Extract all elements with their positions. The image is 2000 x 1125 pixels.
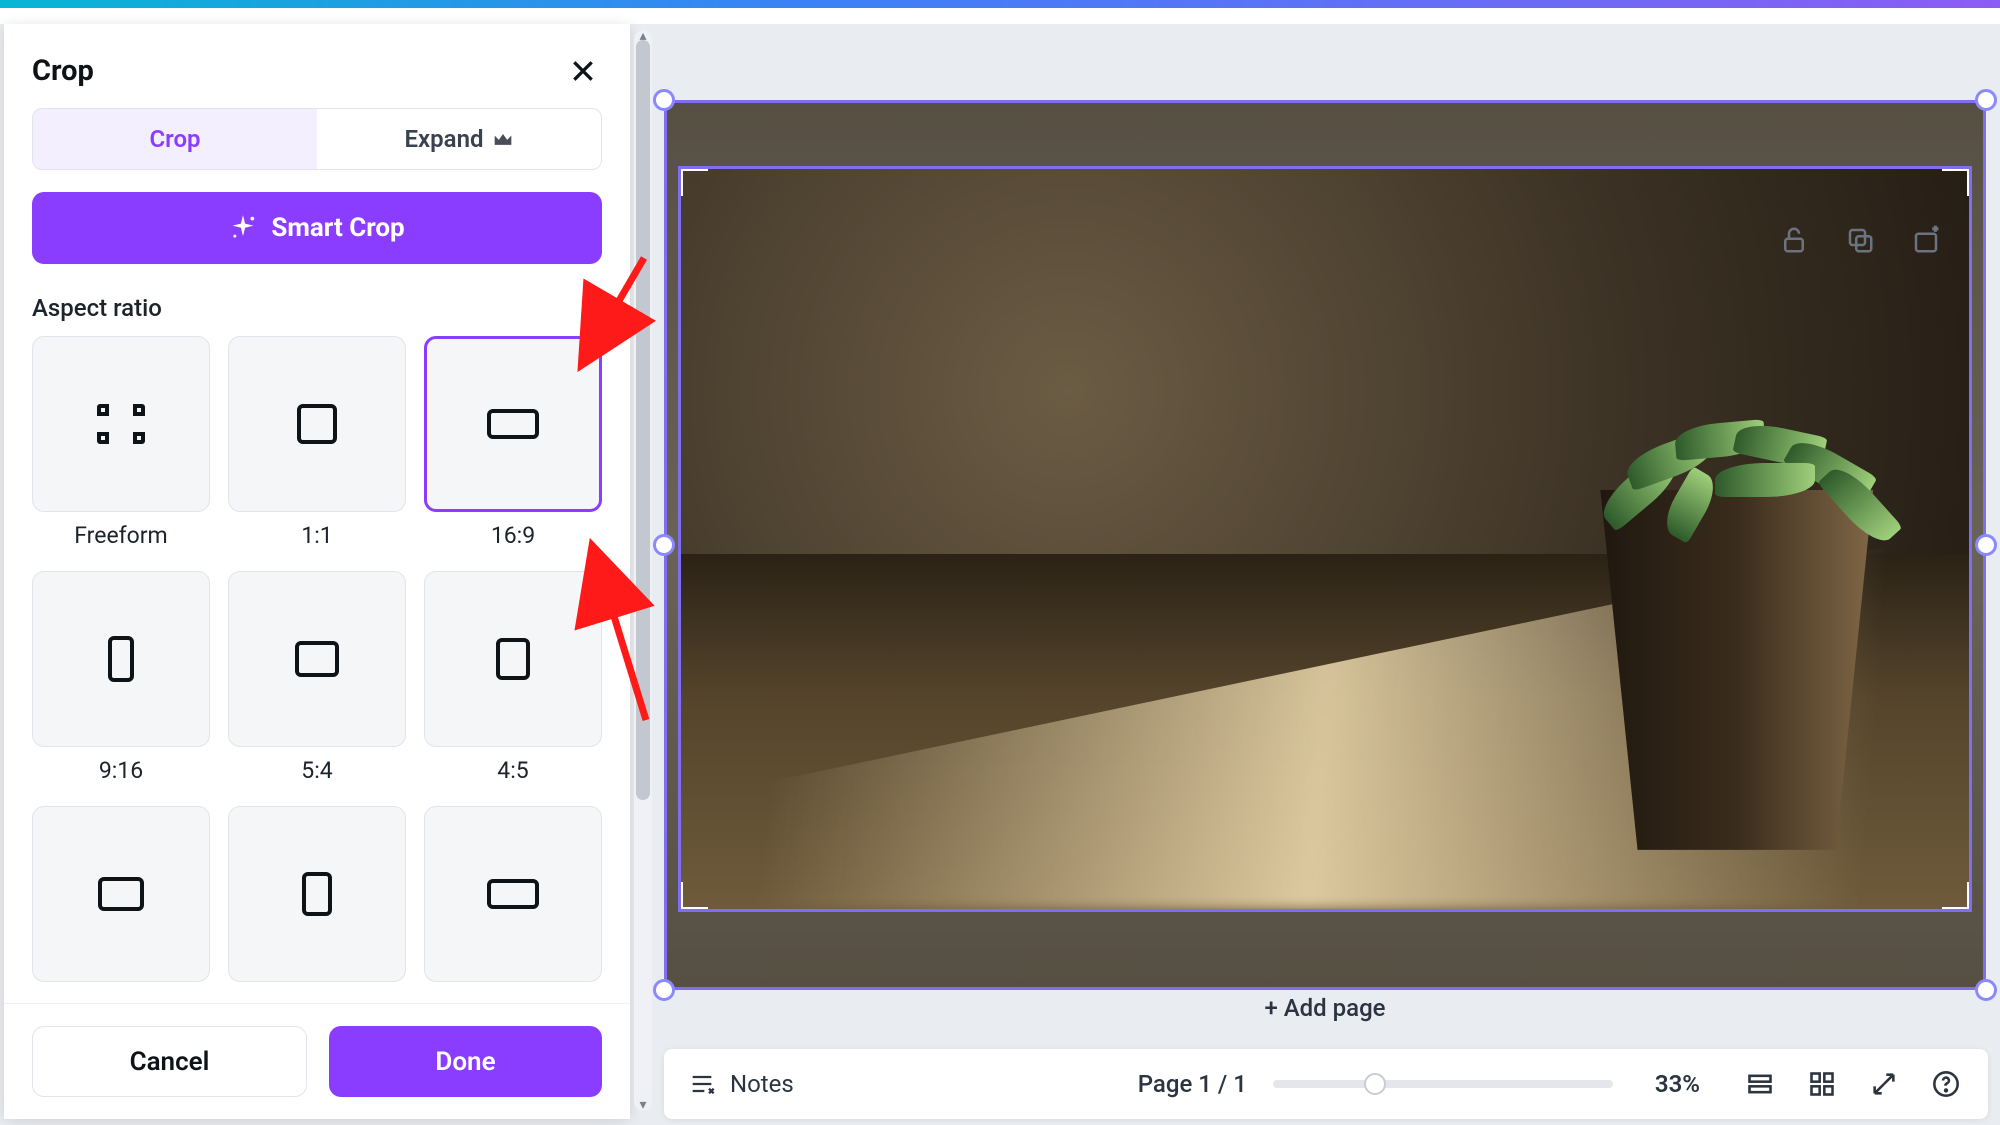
crop-panel: Crop Crop Expand Smart Crop Aspect ratio… — [4, 24, 630, 1119]
ratio-9-16[interactable] — [32, 571, 210, 747]
tab-expand[interactable]: Expand — [317, 109, 601, 169]
rect-icon — [496, 638, 530, 680]
scroll-down-icon: ▾ — [634, 1097, 652, 1113]
add-page-link[interactable]: + Add page — [664, 994, 1986, 1022]
annotation-arrow — [574, 250, 654, 374]
smart-crop-button[interactable]: Smart Crop — [32, 192, 602, 264]
panel-title: Crop — [32, 54, 94, 88]
aspect-ratio-label: Aspect ratio — [32, 294, 602, 322]
rect-icon — [487, 879, 539, 909]
zoom-slider[interactable] — [1273, 1080, 1613, 1088]
selection-handle-tr[interactable] — [1975, 89, 1997, 111]
square-icon — [297, 404, 337, 444]
zoom-percent: 33% — [1655, 1070, 1700, 1098]
duplicate-button[interactable] — [1840, 220, 1880, 260]
wide-rect-icon — [487, 409, 539, 439]
footer-bar: Notes Page 1 / 1 33% — [664, 1049, 1988, 1119]
selection-handle-mr[interactable] — [1975, 534, 1997, 556]
notes-icon — [688, 1070, 716, 1098]
ratio-extra-1[interactable] — [32, 806, 210, 982]
lock-button[interactable] — [1774, 220, 1814, 260]
sparkle-icon — [229, 214, 257, 242]
view-grid-button[interactable] — [1804, 1066, 1840, 1102]
annotation-arrow — [584, 540, 664, 734]
ratio-4-5[interactable] — [424, 571, 602, 747]
notes-button[interactable]: Notes — [688, 1070, 794, 1098]
fullscreen-button[interactable] — [1866, 1066, 1902, 1102]
ratio-extra-3[interactable] — [424, 806, 602, 982]
ratio-5-4[interactable] — [228, 571, 406, 747]
ratio-freeform[interactable] — [32, 336, 210, 512]
freeform-icon — [97, 404, 145, 444]
done-button[interactable]: Done — [329, 1026, 602, 1097]
ratio-extra-2[interactable] — [228, 806, 406, 982]
selection-handle-tl[interactable] — [653, 89, 675, 111]
canvas[interactable] — [664, 100, 1986, 990]
view-list-button[interactable] — [1742, 1066, 1778, 1102]
rect-icon — [302, 872, 332, 916]
tab-crop[interactable]: Crop — [33, 109, 317, 169]
canvas-toolbar — [1774, 220, 1946, 260]
aspect-ratio-grid: Freeform 1:1 16:9 9:16 5:4 4:5 — [32, 336, 602, 982]
cancel-button[interactable]: Cancel — [32, 1026, 307, 1097]
tall-rect-icon — [108, 636, 134, 682]
add-page-button[interactable] — [1906, 220, 1946, 260]
zoom-knob[interactable] — [1364, 1073, 1386, 1095]
close-button[interactable] — [564, 52, 602, 90]
help-button[interactable] — [1928, 1066, 1964, 1102]
ratio-1-1[interactable] — [228, 336, 406, 512]
crown-icon — [493, 131, 513, 147]
page-counter: Page 1 / 1 — [1138, 1070, 1247, 1098]
rect-icon — [295, 641, 339, 677]
panel-footer: Cancel Done — [4, 1003, 630, 1119]
mode-tabs: Crop Expand — [32, 108, 602, 170]
rect-icon — [98, 877, 144, 911]
